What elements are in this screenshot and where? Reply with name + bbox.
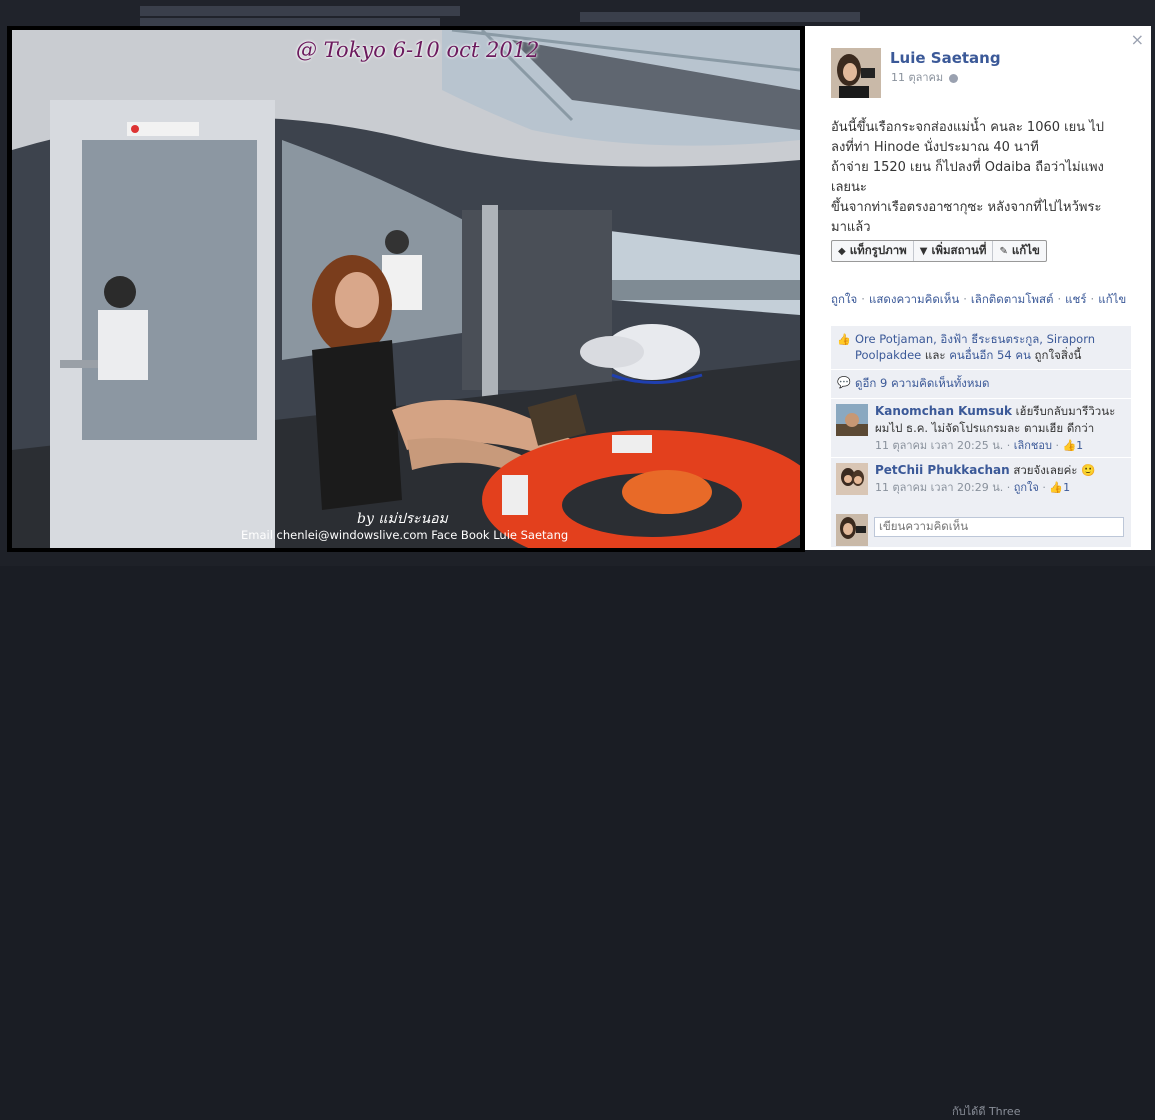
edit-button[interactable]: ✎ แก้ไข — [993, 241, 1045, 261]
photo-signature: by แม่ประนอม — [357, 511, 448, 527]
pencil-icon: ✎ — [999, 245, 1008, 257]
comment-text: สวยจังเลยค่ะ 🙂 — [1009, 463, 1096, 477]
share-link[interactable]: แชร์ — [1065, 292, 1086, 306]
post-line: อันนี้ขึ้นเรือกระจกส่องแม่น้ำ คนละ 1060 … — [831, 120, 1105, 135]
tag-photo-label: แท็กรูปภาพ — [849, 243, 907, 257]
location-pin-icon: ▼ — [919, 245, 928, 257]
commenter-avatar[interactable] — [836, 463, 868, 495]
photo-image[interactable] — [12, 30, 800, 548]
add-location-button[interactable]: ▼ เพิ่มสถานที่ — [914, 241, 994, 261]
post-line: เลยนะ — [831, 180, 867, 195]
comment-link[interactable]: แสดงความคิดเห็น — [869, 292, 959, 306]
edit-label: แก้ไข — [1011, 243, 1040, 257]
separator: · — [1006, 439, 1011, 452]
comment-like-toggle[interactable]: เลิกชอบ — [1014, 439, 1052, 452]
close-icon[interactable]: × — [1131, 30, 1144, 49]
avatar-photo — [836, 463, 868, 495]
tag-icon: ◆ — [838, 245, 846, 257]
view-more-label: ดูอีก 9 ความคิดเห็นทั้งหมด — [855, 376, 990, 390]
like-count-value: 1 — [1076, 439, 1084, 452]
comment-meta: 11 ตุลาคม เวลา 20:29 น. · ถูกใจ · 👍1 — [875, 481, 1070, 494]
separator: · — [1090, 292, 1095, 306]
avatar-photo — [836, 404, 868, 436]
like-count-value: 1 — [1063, 481, 1071, 494]
likes-others-link[interactable]: คนอื่นอีก 54 คน — [949, 348, 1031, 362]
photo-credit: Email chenlei@windowslive.com Face Book … — [241, 528, 569, 542]
comment-body: PetChii Phukkachan สวยจังเลยค่ะ 🙂 11 ตุล… — [875, 462, 1129, 496]
comment-text: เฮ้ยรีบกลับมารีวิวนะ — [1011, 404, 1116, 418]
post-line: ลงที่ท่า Hinode นั่งประมาณ 40 นาที — [831, 140, 1039, 155]
comment-like-count[interactable]: 👍1 — [1062, 439, 1083, 452]
write-comment-area — [831, 509, 1131, 547]
edit-link[interactable]: แก้ไข — [1098, 292, 1126, 306]
commenter-avatar[interactable] — [836, 404, 868, 436]
add-location-label: เพิ่มสถานที่ — [931, 243, 987, 257]
view-more-comments[interactable]: 💬 ดูอีก 9 ความคิดเห็นทั้งหมด — [831, 370, 1131, 399]
post-text: อันนี้ขึ้นเรือกระจกส่องแม่น้ำ คนละ 1060 … — [831, 118, 1147, 238]
photo-action-bar: ◆ แท็กรูปภาพ ▼ เพิ่มสถานที่ ✎ แก้ไข — [831, 240, 1047, 262]
thumbs-up-icon: 👍 — [837, 333, 851, 346]
commenter-name[interactable]: Kanomchan Kumsuk — [875, 404, 1012, 418]
comment-time[interactable]: 11 ตุลาคม เวลา 20:29 น. — [875, 481, 1003, 494]
bg-bottom-text: กับได้ดี Three — [952, 1105, 1021, 1118]
post-date-text[interactable]: 11 ตุลาคม — [891, 71, 943, 84]
separator: · — [963, 292, 967, 306]
photo-sidebar: × Luie Saetang 11 ตุลาคม อันนี้ขึ้นเรือก… — [805, 26, 1151, 550]
comment-body: Kanomchan Kumsuk เฮ้ยรีบกลับมารีวิวนะ ผม… — [875, 403, 1129, 454]
comment-meta: 11 ตุลาคม เวลา 20:25 น. · เลิกชอบ · 👍1 — [875, 439, 1083, 452]
comment-item: Kanomchan Kumsuk เฮ้ยรีบกลับมารีวิวนะ ผม… — [831, 399, 1131, 458]
post-line: มาแล้ว — [831, 220, 871, 235]
likes-suffix: ถูกใจสิ่งนี้ — [1030, 348, 1082, 362]
my-avatar — [836, 514, 868, 546]
globe-icon[interactable] — [949, 73, 959, 83]
boat-interior-photo — [12, 30, 800, 548]
post-actions: ถูกใจ · แสดงความคิดเห็น · เลิกติดตามโพสต์ · แช… — [831, 291, 1141, 307]
photo-watermark-title: @ Tokyo 6-10 oct 2012 — [296, 38, 540, 62]
comment-bubble-icon: 💬 — [837, 376, 851, 389]
likes-and: และ — [921, 348, 950, 362]
bg-text-line — [140, 6, 460, 16]
post-line: ขึ้นจากท่าเรือตรงอาซากุซะ หลังจากที่ไปไห… — [831, 200, 1102, 215]
separator: · — [1057, 292, 1062, 306]
comment-time[interactable]: 11 ตุลาคม เวลา 20:25 น. — [875, 439, 1003, 452]
comment-like-count[interactable]: 👍1 — [1049, 481, 1070, 494]
likes-summary: 👍 Ore Potjaman, อิงฟ้า ธีระธนตระกูล, Sir… — [831, 326, 1131, 370]
dimmed-feed-bottom: กับได้ดี Three — [0, 550, 1155, 1118]
post-date: 11 ตุลาคม — [891, 68, 959, 86]
unfollow-link[interactable]: เลิกติดตามโพสต์ — [971, 292, 1054, 306]
separator: · — [1055, 439, 1059, 452]
post-line: ถ้าจ่าย 1520 เยน ก็ไปลงที่ Odaiba ถือว่า… — [831, 160, 1104, 175]
avatar-photo — [831, 48, 881, 98]
comment-like-toggle[interactable]: ถูกใจ — [1014, 481, 1039, 494]
like-link[interactable]: ถูกใจ — [831, 292, 857, 306]
feedback-panel: 👍 Ore Potjaman, อิงฟ้า ธีระธนตระกูล, Sir… — [831, 326, 1131, 517]
tag-photo-button[interactable]: ◆ แท็กรูปภาพ — [832, 241, 914, 261]
comment-input[interactable] — [874, 517, 1124, 537]
separator: · — [861, 292, 865, 306]
comment-text-cont: ผมไป ธ.ค. ไม่จัดโปรแกรมละ ตามเฮีย ดีกว่า — [875, 421, 1095, 435]
commenter-name[interactable]: PetChii Phukkachan — [875, 463, 1010, 477]
avatar-photo — [836, 514, 868, 546]
separator: · — [1006, 481, 1011, 494]
author-avatar[interactable] — [831, 48, 881, 98]
separator: · — [1042, 481, 1046, 494]
author-name[interactable]: Luie Saetang — [890, 49, 1001, 67]
bg-text-line — [580, 12, 860, 22]
